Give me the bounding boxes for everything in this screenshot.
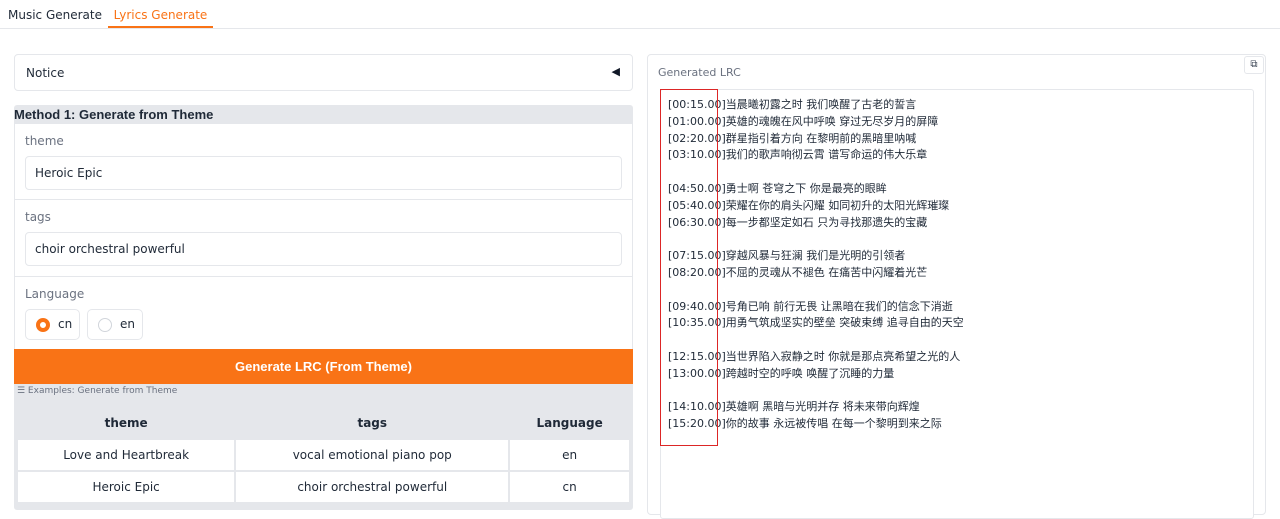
example-cell-tags[interactable]: vocal emotional piano pop (236, 440, 509, 470)
notice-accordion[interactable]: Notice ◀ (14, 54, 633, 91)
notice-label: Notice (26, 66, 65, 80)
output-label: Generated LRC (658, 66, 741, 79)
theme-input[interactable]: Heroic Epic (25, 156, 622, 190)
radio-unselected-icon (98, 318, 112, 332)
language-option-en[interactable]: en (87, 309, 143, 340)
tags-input[interactable]: choir orchestral powerful (25, 232, 622, 266)
lrc-content: [00:15.00]当晨曦初露之时 我们唤醒了古老的誓言 [01:00.00]英… (668, 98, 964, 431)
output-panel: Generated LRC ⧉ [00:15.00]当晨曦初露之时 我们唤醒了古… (647, 54, 1266, 519)
method-title: Method 1: Generate from Theme (14, 107, 214, 122)
table-row[interactable]: Love and Heartbreak vocal emotional pian… (18, 440, 629, 470)
example-cell-language[interactable]: en (510, 440, 629, 470)
example-cell-theme[interactable]: Love and Heartbreak (18, 440, 235, 470)
example-cell-theme[interactable]: Heroic Epic (18, 472, 235, 502)
tab-music-generate[interactable]: Music Generate (0, 0, 110, 28)
language-label: Language (25, 287, 85, 301)
tab-lyrics-generate[interactable]: Lyrics Generate (108, 0, 213, 28)
language-option-cn[interactable]: cn (25, 309, 80, 340)
lrc-textarea[interactable]: [00:15.00]当晨曦初露之时 我们唤醒了古老的誓言 [01:00.00]英… (660, 89, 1254, 519)
examples-header-row: theme tags Language (18, 408, 629, 438)
tags-block: tags choir orchestral powerful (15, 200, 632, 276)
example-cell-language[interactable]: cn (510, 472, 629, 502)
generate-lrc-button[interactable]: Generate LRC (From Theme) (14, 349, 633, 384)
tab-bar: Music Generate Lyrics Generate (0, 0, 1280, 29)
radio-selected-icon (36, 318, 50, 332)
example-cell-tags[interactable]: choir orchestral powerful (236, 472, 509, 502)
theme-block: theme Heroic Epic (15, 124, 632, 199)
theme-label: theme (25, 134, 64, 148)
column-header-language: Language (510, 408, 629, 438)
copy-icon[interactable]: ⧉ (1244, 56, 1264, 74)
language-block: Language cn en (15, 277, 632, 349)
language-option-label: en (120, 317, 135, 331)
method-panel: Method 1: Generate from Theme theme Hero… (14, 105, 633, 510)
language-option-label: cn (58, 317, 73, 331)
column-header-tags: tags (236, 408, 509, 438)
examples-table: theme tags Language Love and Heartbreak … (16, 406, 631, 504)
tags-label: tags (25, 210, 51, 224)
triangle-left-icon[interactable]: ◀ (612, 65, 620, 78)
table-row[interactable]: Heroic Epic choir orchestral powerful cn (18, 472, 629, 502)
column-header-theme: theme (18, 408, 235, 438)
examples-label: ☰ Examples: Generate from Theme (17, 386, 178, 396)
